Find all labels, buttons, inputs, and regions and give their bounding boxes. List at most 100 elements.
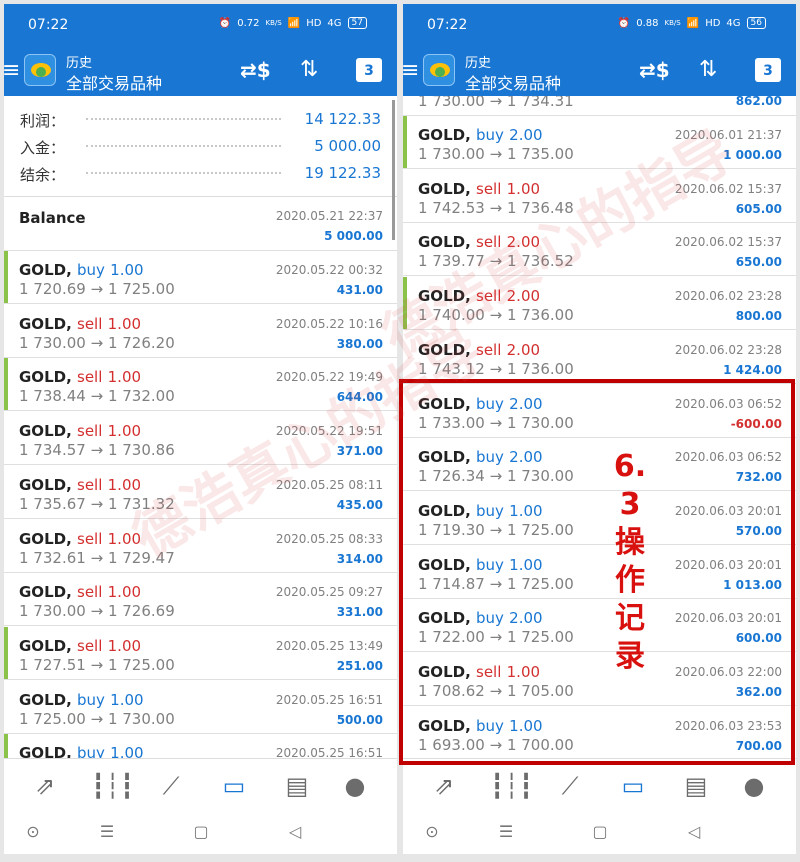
trade-profit: 862.00 — [735, 96, 782, 108]
trade-row[interactable]: GOLD, sell 1.00 1 732.61 → 1 729.47 2020.0… — [4, 520, 397, 573]
line-chart-icon[interactable]: ⟋ — [154, 771, 188, 801]
trade-close-price: 1 732.00 — [107, 387, 175, 406]
trade-side: buy — [77, 690, 105, 709]
back-triangle-icon[interactable]: ◁ — [679, 822, 709, 841]
trade-icon[interactable]: ⇗ — [28, 771, 62, 801]
trade-profit: 431.00 — [336, 283, 383, 297]
trade-side: sell — [77, 475, 103, 494]
balance-row[interactable]: Balance 2020.05.21 22:37 5 000.00 — [4, 197, 397, 251]
trade-row[interactable]: GOLD, sell 1.00 1 730.00 → 1 726.69 2020.0… — [4, 573, 397, 627]
home-square-icon[interactable]: ▢ — [186, 822, 216, 841]
currency-exchange-icon[interactable]: ⇄$ — [639, 56, 670, 84]
trade-volume: 2.00 — [506, 233, 541, 252]
arrow-right-icon: → — [90, 333, 104, 352]
back-triangle-icon[interactable]: ◁ — [280, 822, 310, 841]
trade-time: 2020.05.25 09:27 — [275, 585, 383, 600]
trade-time: 2020.06.02 15:37 — [674, 235, 782, 250]
battery-level: 56 — [746, 17, 766, 29]
trade-time: 2020.05.25 08:11 — [275, 477, 383, 492]
history-list[interactable]: 利润： 14 122.33 入金： 5 000.00 结余： 19 122.33… — [4, 96, 397, 758]
news-icon[interactable]: ▤ — [679, 771, 713, 801]
trade-title: GOLD, buy 2.00 — [418, 126, 543, 144]
app-logo — [423, 54, 455, 86]
trade-time: 2020.05.21 22:37 — [275, 209, 383, 223]
trade-row[interactable]: GOLD, sell 1.00 1 742.53 → 1 736.48 2020.0… — [403, 170, 796, 223]
trade-side: buy — [476, 126, 504, 144]
scrollbar[interactable] — [392, 100, 395, 240]
arrow-right-icon: → — [489, 252, 503, 271]
system-nav: ⊙ ☰ ▢ ◁ — [4, 814, 397, 854]
trade-volume: 1.00 — [107, 583, 142, 602]
trade-row[interactable]: GOLD, sell 1.00 1 727.51 → 1 725.00 2020.0… — [4, 626, 397, 680]
chat-icon[interactable]: ● — [338, 771, 372, 801]
trade-symbol: GOLD, — [19, 690, 72, 709]
page-title: 历史 — [66, 56, 93, 71]
trade-close-price: 1 726.69 — [107, 602, 175, 621]
trade-side: sell — [77, 368, 103, 387]
arrow-right-icon: → — [489, 198, 503, 217]
trade-title: GOLD, sell 2.00 — [418, 233, 540, 251]
trade-row[interactable]: GOLD, buy 1.00 2020.05.25 16:51 — [4, 734, 397, 758]
sort-icon[interactable]: ⇅ — [300, 56, 318, 84]
candlestick-chart-icon[interactable]: ┇┆┇ — [91, 771, 134, 801]
trade-side: sell — [476, 287, 502, 306]
trade-prices: 1 720.69 → 1 725.00 — [19, 280, 175, 298]
menu-nav-icon[interactable]: ☰ — [92, 822, 122, 841]
trade-close-price: 1 736.52 — [506, 252, 574, 271]
trade-row-partial[interactable]: 1 730.00 → 1 734.31 862.00 — [403, 96, 796, 116]
currency-exchange-icon[interactable]: ⇄$ — [240, 56, 271, 84]
menu-icon[interactable]: ≡ — [403, 60, 419, 82]
news-icon[interactable]: ▤ — [280, 771, 314, 801]
symbol-filter[interactable]: 全部交易品种 — [66, 70, 162, 94]
trade-row[interactable]: GOLD, sell 1.00 1 730.00 → 1 726.20 2020.0… — [4, 305, 397, 358]
trade-row[interactable]: GOLD, sell 2.00 1 740.00 → 1 736.00 2020.0… — [403, 277, 796, 331]
home-square-icon[interactable]: ▢ — [585, 822, 615, 841]
network-speed-unit: KB/S — [265, 19, 282, 27]
trade-title: GOLD, sell 1.00 — [19, 368, 141, 386]
trade-side: sell — [476, 340, 502, 359]
annotation-box — [399, 379, 795, 765]
chat-icon[interactable]: ● — [737, 771, 771, 801]
trade-close-price: 1 735.00 — [506, 145, 574, 163]
arrow-right-icon: → — [90, 280, 104, 298]
trade-time: 2020.06.01 21:37 — [674, 128, 782, 142]
symbol-filter[interactable]: 全部交易品种 — [465, 70, 561, 94]
trade-title: GOLD, sell 1.00 — [19, 583, 141, 601]
trade-row[interactable]: GOLD, buy 1.00 1 720.69 → 1 725.00 2020.05… — [4, 251, 397, 304]
history-inbox-icon[interactable]: ▭ — [217, 771, 251, 801]
trade-profit: 5 000.00 — [324, 229, 383, 243]
trade-row[interactable]: GOLD, buy 2.00 1 730.00 → 1 735.00 2020.06… — [403, 116, 796, 169]
trade-row[interactable]: GOLD, sell 2.00 1 739.77 → 1 736.52 2020.0… — [403, 223, 796, 277]
trade-icon[interactable]: ⇗ — [427, 771, 461, 801]
menu-icon[interactable]: ≡ — [4, 60, 20, 82]
trade-prices: 1 730.00 → 1 726.20 — [19, 334, 175, 352]
trade-close-price: 1 730.00 — [107, 709, 175, 728]
trade-profit: 650.00 — [735, 255, 782, 270]
trade-symbol: GOLD, — [19, 636, 72, 655]
menu-nav-icon[interactable]: ☰ — [491, 822, 521, 841]
candlestick-chart-icon[interactable]: ┇┆┇ — [490, 771, 533, 801]
balance-title: Balance — [19, 209, 86, 227]
trade-title: GOLD, sell 1.00 — [19, 530, 141, 548]
page-title: 历史 — [465, 56, 492, 71]
trade-title: GOLD, buy 1.00 — [19, 691, 144, 709]
circle-nav-icon[interactable]: ⊙ — [18, 822, 48, 841]
trade-title: GOLD, sell 2.00 — [418, 341, 540, 359]
sort-icon[interactable]: ⇅ — [699, 56, 717, 84]
calendar-icon[interactable]: 3 — [356, 58, 382, 82]
trade-row[interactable]: GOLD, sell 1.00 1 734.57 → 1 730.86 2020.0… — [4, 412, 397, 466]
trade-symbol: GOLD, — [19, 368, 72, 387]
trade-row[interactable]: GOLD, sell 1.00 1 735.67 → 1 731.32 2020.0… — [4, 466, 397, 519]
trade-prices: 1 732.61 → 1 729.47 — [19, 549, 175, 567]
trade-title: GOLD, sell 1.00 — [418, 180, 540, 198]
history-inbox-icon[interactable]: ▭ — [616, 771, 650, 801]
calendar-icon[interactable]: 3 — [755, 58, 781, 82]
circle-nav-icon[interactable]: ⊙ — [417, 822, 447, 841]
trade-time: 2020.05.25 16:51 — [275, 692, 383, 707]
trade-volume: 1.00 — [107, 529, 142, 548]
trade-row[interactable]: GOLD, buy 1.00 1 725.00 → 1 730.00 2020.05… — [4, 681, 397, 734]
trade-row[interactable]: GOLD, sell 1.00 1 738.44 → 1 732.00 2020.0… — [4, 358, 397, 412]
status-time: 07:22 — [28, 17, 69, 33]
line-chart-icon[interactable]: ⟋ — [553, 771, 587, 801]
trade-row[interactable]: GOLD, sell 2.00 1 743.12 → 1 736.00 2020.0… — [403, 331, 796, 384]
